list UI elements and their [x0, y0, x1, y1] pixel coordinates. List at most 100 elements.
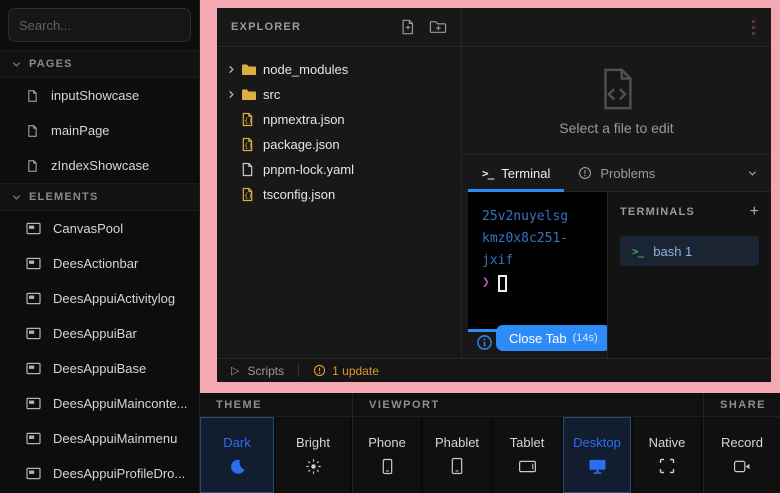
option-icon — [588, 457, 607, 475]
option-icon — [518, 457, 537, 475]
editor-empty-state: Select a file to edit — [462, 47, 771, 155]
add-terminal-button[interactable]: + — [750, 204, 759, 220]
sidebar-item[interactable]: inputShowcase — [0, 78, 199, 113]
prompt-char: ❯ — [482, 272, 490, 294]
explorer-title: EXPLORER — [231, 21, 400, 33]
sidebar-item[interactable]: DeesAppuiMainmenu — [0, 421, 199, 456]
file-type-icon — [241, 88, 263, 102]
option-cell[interactable]: Desktop — [563, 417, 633, 493]
sidebar-item[interactable]: DeesAppuiMainconte... — [0, 386, 199, 421]
sidebar-item[interactable]: DeesAppuiBar — [0, 316, 199, 351]
terminal-session-label: bash 1 — [653, 244, 692, 259]
sidebar-item-icon — [26, 159, 39, 173]
bottom-panel: THEME Dark Bright VIEWPORT — [200, 393, 780, 493]
chevron-down-icon — [12, 60, 21, 69]
sidebar-item-label: DeesAppuiMainmenu — [53, 431, 177, 446]
new-folder-icon[interactable] — [429, 19, 447, 35]
sidebar-item[interactable]: DeesAppuiActivitylog — [0, 281, 199, 316]
sidebar-item-label: DeesActionbar — [53, 256, 138, 271]
option-label: Bright — [296, 435, 330, 450]
sidebar-section: ELEMENTS CanvasPool DeesActionbar DeesAp… — [0, 183, 199, 491]
file-type-icon: {) — [241, 112, 263, 127]
option-label: Native — [649, 435, 686, 450]
sidebar-item-icon — [26, 89, 39, 103]
scripts-button[interactable]: Scripts — [247, 364, 284, 378]
collapse-chevron-icon[interactable] — [748, 169, 757, 178]
option-icon — [659, 457, 675, 475]
option-label: Tablet — [510, 435, 545, 450]
bottom-panel-section: VIEWPORT Phone Phablet Tablet — [352, 393, 703, 493]
sidebar-item-icon — [26, 432, 41, 445]
play-icon: ▷ — [231, 364, 239, 377]
svg-text:{): {) — [244, 192, 252, 200]
file-tree: node_modules src {) npmextra.json — [217, 47, 462, 358]
sidebar-section-header[interactable]: ELEMENTS — [0, 183, 199, 211]
sidebar-item[interactable]: DeesAppuiBase — [0, 351, 199, 386]
file-type-icon: {) — [241, 187, 263, 202]
tree-item-label: package.json — [263, 137, 340, 152]
bottom-section-header: VIEWPORT — [353, 393, 703, 417]
panel-header: EXPLORER — [217, 8, 771, 47]
close-tab-countdown: (14s) — [573, 332, 598, 344]
kebab-menu-icon[interactable] — [752, 20, 755, 35]
file-type-icon: {) — [241, 137, 263, 152]
sidebar-item[interactable]: mainPage — [0, 113, 199, 148]
option-label: Dark — [223, 435, 250, 450]
sidebar-item-label: zIndexShowcase — [51, 158, 149, 173]
option-label: Record — [721, 435, 763, 450]
tree-item[interactable]: src — [217, 82, 461, 107]
tree-item[interactable]: pnpm-lock.yaml — [217, 157, 461, 182]
sidebar-item-label: DeesAppuiBar — [53, 326, 137, 341]
new-file-icon[interactable] — [400, 19, 416, 35]
terminals-panel: TERMINALS + >_ bash 1 — [607, 192, 771, 358]
option-cell[interactable]: Phablet — [423, 417, 493, 493]
sidebar-section-header[interactable]: PAGES — [0, 50, 199, 78]
sidebar-item[interactable]: DeesAppuiProfileDro... — [0, 456, 199, 491]
option-icon — [450, 457, 464, 475]
terminal-tabs: >_ Terminal Problems — [462, 155, 771, 192]
terminal-cursor — [498, 275, 507, 292]
search-input[interactable] — [8, 8, 191, 42]
terminal-column: 25v2nuyelsg kmz0x8c251- jxif ❯ — [462, 192, 607, 358]
option-cell[interactable]: Dark — [200, 417, 276, 493]
terminal-screen[interactable]: 25v2nuyelsg kmz0x8c251- jxif ❯ — [468, 192, 607, 329]
chevron-right-icon — [227, 90, 241, 99]
bottom-section-header: SHARE — [704, 393, 780, 417]
warning-icon — [313, 364, 326, 377]
tab-label: Terminal — [501, 166, 550, 181]
sidebar-item-label: DeesAppuiActivitylog — [53, 291, 175, 306]
tree-item[interactable]: {) package.json — [217, 132, 461, 157]
code-file-icon — [594, 66, 640, 112]
terminal-prompt-row: ❯ — [482, 272, 607, 294]
update-badge[interactable]: 1 update — [313, 364, 379, 378]
terminal-tab[interactable]: >_ Terminal — [468, 155, 564, 191]
editor-header — [462, 8, 771, 46]
option-cell[interactable]: Record — [704, 417, 780, 493]
explorer-header: EXPLORER — [217, 8, 462, 46]
tree-item[interactable]: {) tsconfig.json — [217, 182, 461, 207]
ide-panel: EXPLORER node_modules — [217, 8, 771, 382]
bottom-section-header: THEME — [200, 393, 352, 417]
option-cell[interactable]: Native — [633, 417, 703, 493]
option-cell[interactable]: Tablet — [493, 417, 563, 493]
option-label: Desktop — [573, 435, 621, 450]
option-cell[interactable]: Bright — [276, 417, 352, 493]
close-tab-toast: Close Tab (14s) — [468, 332, 607, 358]
terminal-content: 25v2nuyelsg kmz0x8c251- jxif ❯ — [462, 192, 771, 358]
terminal-prompt-icon: >_ — [632, 245, 643, 258]
terminal-session-item[interactable]: >_ bash 1 — [620, 236, 759, 266]
sidebar-section: PAGES inputShowcase mainPage zIndexShowc… — [0, 50, 199, 183]
sidebar-item[interactable]: zIndexShowcase — [0, 148, 199, 183]
terminal-tab[interactable]: Problems — [564, 155, 669, 191]
sidebar-item-label: DeesAppuiMainconte... — [53, 396, 187, 411]
tree-item[interactable]: {) npmextra.json — [217, 107, 461, 132]
tree-item[interactable]: node_modules — [217, 57, 461, 82]
sidebar-item[interactable]: DeesActionbar — [0, 246, 199, 281]
option-icon — [229, 457, 246, 475]
close-tab-button[interactable]: Close Tab (14s) — [496, 325, 607, 351]
sidebar-item[interactable]: CanvasPool — [0, 211, 199, 246]
option-cell[interactable]: Phone — [353, 417, 423, 493]
editor-column: Select a file to edit >_ Terminal Proble… — [462, 47, 771, 358]
sidebar: PAGES inputShowcase mainPage zIndexShowc… — [0, 0, 200, 493]
sidebar-item-icon — [26, 362, 41, 375]
